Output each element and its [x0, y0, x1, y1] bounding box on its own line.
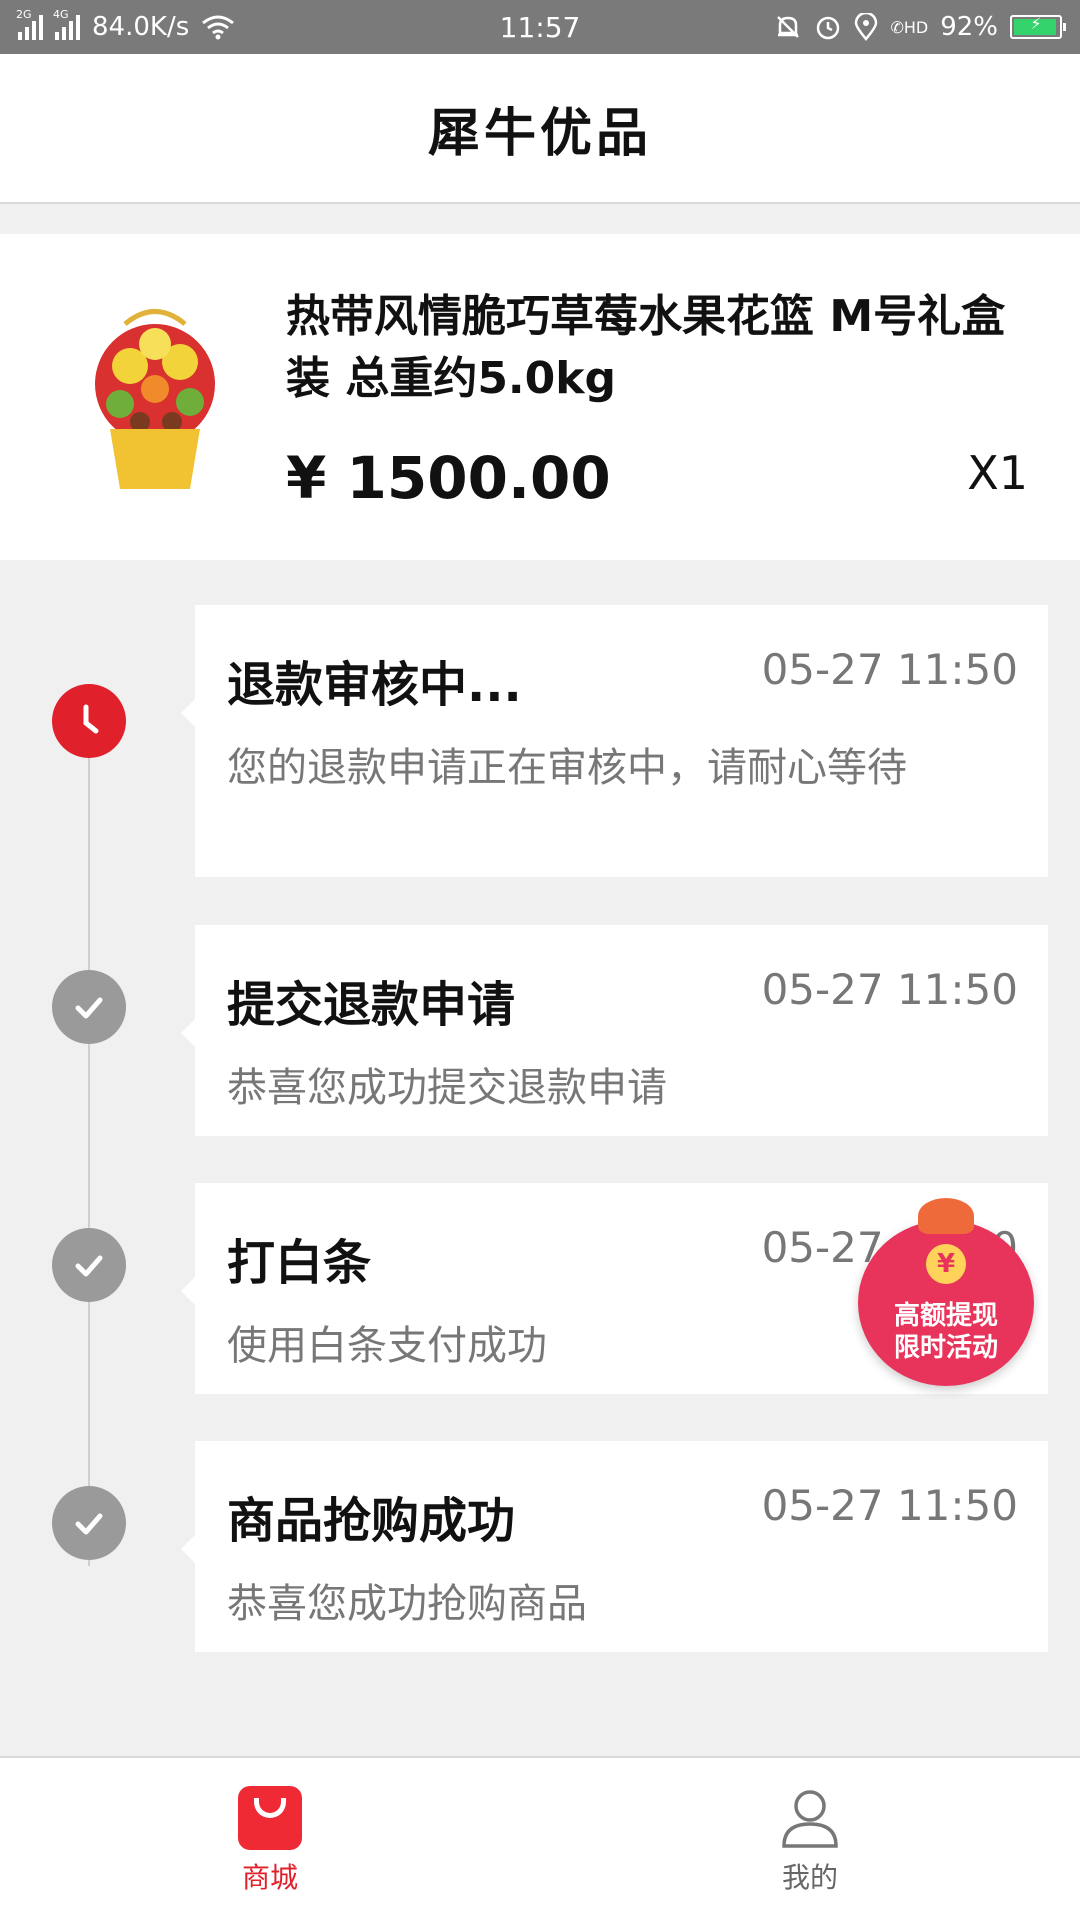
timeline-item: 提交退款申请 05-27 11:50 恭喜您成功提交退款申请 — [181, 925, 1048, 1136]
event-title: 商品抢购成功 — [227, 1493, 516, 1549]
check-icon — [52, 1486, 126, 1560]
timeline-item: 商品抢购成功 05-27 11:50 恭喜您成功抢购商品 — [181, 1441, 1048, 1652]
signal-2g-icon: 2G — [16, 8, 43, 40]
timeline-line — [88, 720, 90, 1566]
network-speed: 84.0K/s — [92, 12, 190, 42]
tab-label: 我的 — [781, 1861, 838, 1894]
bottom-tab-bar: 商城 我的 — [0, 1756, 1080, 1922]
clock-icon — [52, 684, 126, 758]
promo-line1: 高额提现 — [893, 1301, 998, 1331]
check-icon — [52, 970, 126, 1044]
battery-icon: ⚡ — [1010, 14, 1066, 39]
alarm-icon — [817, 16, 840, 40]
status-bar: 2G 4G 84.0K/s 11:57 ✆HD 92% ⚡ — [0, 0, 1080, 54]
event-time: 05-27 11:50 — [761, 965, 1018, 1014]
timeline-item: 退款审核中... 05-27 11:50 您的退款申请正在审核中，请耐心等待 — [181, 605, 1048, 877]
event-desc: 恭喜您成功提交退款申请 — [227, 1065, 667, 1111]
net-type-label: 2G — [16, 8, 32, 21]
event-time: 05-27 11:50 — [761, 1481, 1018, 1530]
fruit-basket-image — [70, 304, 240, 494]
net-type-label: 4G — [53, 8, 69, 21]
app-header: 犀牛优品 — [0, 54, 1080, 204]
tab-label: 商城 — [241, 1861, 298, 1894]
charging-icon: ⚡ — [1030, 14, 1042, 33]
event-time: 05-27 11:50 — [761, 645, 1018, 694]
bell-mute-icon — [777, 16, 800, 38]
yuan-coin-icon: ¥ — [926, 1244, 966, 1284]
event-desc: 恭喜您成功抢购商品 — [227, 1581, 587, 1627]
promo-line2: 限时活动 — [893, 1333, 998, 1363]
check-icon — [52, 1228, 126, 1302]
promo-floating-button[interactable]: ¥ 高额提现 限时活动 — [858, 1190, 1034, 1390]
product-card[interactable]: 热带风情脆巧草莓水果花篮 M号礼盒装 总重约5.0kg ¥ 1500.00 X1 — [0, 234, 1080, 560]
event-title: 退款审核中... — [227, 657, 522, 713]
page-title: 犀牛优品 — [427, 103, 652, 164]
location-icon — [855, 13, 878, 41]
bag-knot — [918, 1198, 974, 1234]
event-title: 打白条 — [227, 1235, 372, 1291]
product-name: 热带风情脆巧草莓水果花篮 M号礼盒装 总重约5.0kg — [286, 291, 1006, 404]
wifi-icon — [202, 15, 235, 40]
refund-timeline: 退款审核中... 05-27 11:50 您的退款申请正在审核中，请耐心等待 提… — [0, 560, 1080, 1756]
signal-4g-icon: 4G — [53, 8, 80, 40]
promo-text: 高额提现 限时活动 — [858, 1300, 1034, 1364]
battery-percent: 92% — [940, 12, 998, 42]
product-quantity: X1 — [967, 446, 1028, 500]
event-title: 提交退款申请 — [227, 977, 516, 1033]
tab-mine[interactable]: 我的 — [540, 1758, 1080, 1922]
hd-call-icon: ✆HD — [890, 17, 929, 37]
status-left: 2G 4G 84.0K/s — [16, 8, 235, 42]
hd-label: HD — [903, 17, 929, 37]
product-price: ¥ 1500.00 — [286, 444, 611, 512]
user-icon — [782, 1790, 838, 1848]
status-right: ✆HD 92% ⚡ — [774, 12, 1066, 42]
tab-shop[interactable]: 商城 — [0, 1758, 540, 1922]
event-desc: 您的退款申请正在审核中，请耐心等待 — [227, 745, 907, 791]
shopping-bag-icon — [238, 1786, 302, 1850]
